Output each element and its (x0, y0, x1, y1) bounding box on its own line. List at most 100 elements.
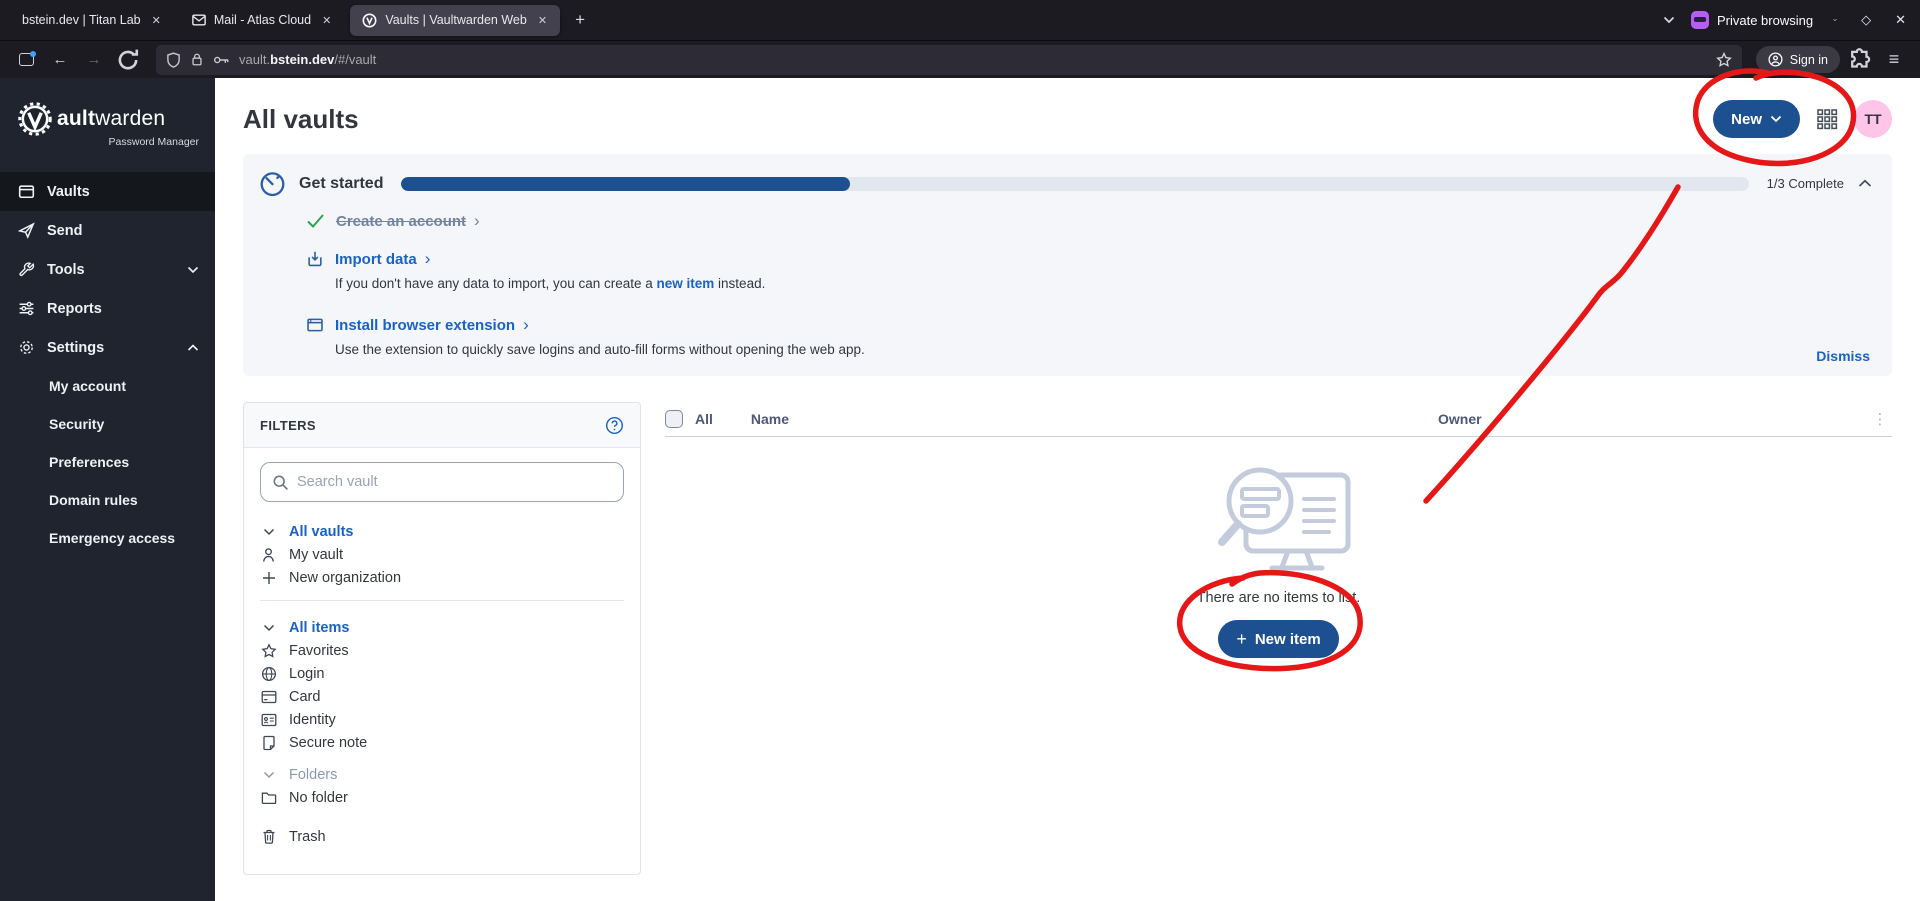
table-options-icon[interactable]: ⋮ (1868, 410, 1892, 428)
private-mask-icon (1691, 11, 1709, 29)
filter-secure-note[interactable]: Secure note (260, 731, 624, 754)
filter-trash[interactable]: Trash (260, 825, 624, 848)
sidebar-item-my-account[interactable]: My account (0, 367, 215, 405)
extensions-icon[interactable] (1846, 47, 1874, 73)
empty-message: There are no items to list. (665, 590, 1892, 606)
chevron-up-icon (187, 344, 199, 352)
check-icon (306, 213, 325, 229)
tab-mail[interactable]: Mail - Atlas Cloud ✕ (180, 5, 344, 36)
sidebar-item-domain-rules[interactable]: Domain rules (0, 481, 215, 519)
product-switcher-icon[interactable] (1816, 108, 1838, 130)
globe-icon (261, 666, 277, 682)
filter-new-organization[interactable]: New organization (260, 566, 624, 589)
new-item-link[interactable]: new item (657, 276, 715, 291)
tab-titan-lab[interactable]: bstein.dev | Titan Lab ✕ (10, 5, 174, 36)
forward-icon[interactable]: → (80, 47, 108, 73)
chevron-down-icon (263, 624, 275, 632)
tab-close-icon[interactable]: ✕ (149, 12, 164, 29)
tab-vaultwarden[interactable]: Vaults | Vaultwarden Web ✕ (350, 5, 560, 36)
progress-label: 1/3 Complete (1767, 176, 1844, 191)
sidebar-item-vaults[interactable]: Vaults (0, 172, 215, 211)
vaultwarden-app: aultwarden Password Manager Vaults Send (0, 78, 1920, 901)
sidebar-item-security[interactable]: Security (0, 405, 215, 443)
chevron-down-icon (263, 528, 275, 536)
browser-nav-bar: ← → vault.bstein.dev/#/vault Sign in (0, 40, 1920, 78)
new-button[interactable]: New (1713, 100, 1800, 138)
vaultwarden-logo: aultwarden Password Manager (0, 78, 215, 158)
items-table: All Name Owner ⋮ (665, 402, 1892, 658)
sidebar-item-preferences[interactable]: Preferences (0, 443, 215, 481)
empty-search-illustration (1184, 459, 1374, 581)
get-started-banner: Get started 1/3 Complete Create an accou… (243, 154, 1892, 376)
select-all-label: All (695, 411, 713, 427)
plus-icon (262, 571, 276, 585)
sidebar-item-settings[interactable]: Settings (0, 328, 215, 367)
search-input[interactable] (297, 474, 612, 490)
filter-identity[interactable]: Identity (260, 708, 624, 731)
filter-no-folder[interactable]: No folder (260, 786, 624, 809)
url-bar[interactable]: vault.bstein.dev/#/vault (156, 45, 1742, 75)
filter-all-items[interactable]: All items (260, 616, 624, 639)
angle-icon: › (523, 315, 529, 335)
help-icon[interactable] (605, 416, 624, 435)
logo-wordmark: aultwarden (57, 107, 165, 131)
column-name: Name (751, 411, 1438, 427)
progress-fill (401, 177, 850, 191)
window-minimize-icon[interactable] (1829, 16, 1841, 24)
search-box[interactable] (260, 462, 624, 502)
vaultwarden-favicon (362, 13, 377, 28)
filter-login[interactable]: Login (260, 662, 624, 685)
firefox-view-icon[interactable] (12, 47, 40, 73)
avatar[interactable]: TT (1854, 100, 1892, 138)
step-install-extension[interactable]: Install browser extension › (335, 315, 529, 335)
key-icon[interactable] (213, 54, 230, 66)
menu-icon[interactable]: ≡ (1880, 47, 1908, 73)
signin-button[interactable]: Sign in (1756, 46, 1840, 73)
window-close-icon[interactable]: ✕ (1891, 12, 1910, 28)
window-maximize-icon[interactable]: ◇ (1857, 12, 1875, 28)
new-tab-button[interactable]: + (566, 8, 594, 32)
card-icon (261, 690, 277, 704)
import-icon (306, 250, 324, 268)
new-item-button[interactable]: + New item (1218, 620, 1338, 658)
sidebar-item-label: Reports (47, 301, 102, 317)
dismiss-link[interactable]: Dismiss (1816, 348, 1870, 364)
reports-icon (18, 300, 35, 317)
reload-icon[interactable] (114, 47, 142, 73)
chevron-down-icon (1770, 115, 1782, 123)
sidebar-item-label: Vaults (47, 184, 90, 200)
private-browsing-badge: Private browsing (1691, 11, 1813, 29)
sidebar-item-emergency-access[interactable]: Emergency access (0, 519, 215, 557)
browser-extension-icon (306, 316, 324, 334)
tab-title: Mail - Atlas Cloud (214, 13, 311, 27)
column-owner: Owner (1438, 411, 1868, 427)
sidebar-item-reports[interactable]: Reports (0, 289, 215, 328)
tracking-shield-icon[interactable] (166, 52, 181, 68)
step-import-data[interactable]: Import data › (335, 249, 430, 269)
bookmark-star-icon[interactable] (1716, 52, 1732, 68)
filter-favorites[interactable]: Favorites (260, 639, 624, 662)
sidebar-item-tools[interactable]: Tools (0, 250, 215, 289)
person-icon (261, 547, 276, 563)
filter-card[interactable]: Card (260, 685, 624, 708)
step-create-account[interactable]: Create an account › (336, 211, 480, 231)
tab-close-icon[interactable]: ✕ (319, 12, 334, 29)
angle-icon: › (474, 211, 480, 231)
private-browsing-label: Private browsing (1717, 13, 1813, 28)
page-title: All vaults (243, 104, 359, 135)
mail-icon (192, 14, 206, 26)
collapse-chevron-icon[interactable] (1858, 179, 1872, 188)
install-extension-desc: Use the extension to quickly save logins… (335, 342, 1872, 357)
tab-close-icon[interactable]: ✕ (535, 12, 550, 29)
sidebar-item-send[interactable]: Send (0, 211, 215, 250)
tab-title: Vaults | Vaultwarden Web (385, 13, 527, 27)
tab-overflow-icon[interactable] (1663, 16, 1675, 24)
filter-my-vault[interactable]: My vault (260, 543, 624, 566)
filter-all-vaults[interactable]: All vaults (260, 520, 624, 543)
signin-label: Sign in (1790, 53, 1828, 67)
filter-folders[interactable]: Folders (260, 763, 624, 786)
tab-title: bstein.dev | Titan Lab (22, 13, 141, 27)
select-all-checkbox[interactable] (665, 410, 683, 428)
lock-icon[interactable] (190, 52, 204, 67)
back-icon[interactable]: ← (46, 47, 74, 73)
